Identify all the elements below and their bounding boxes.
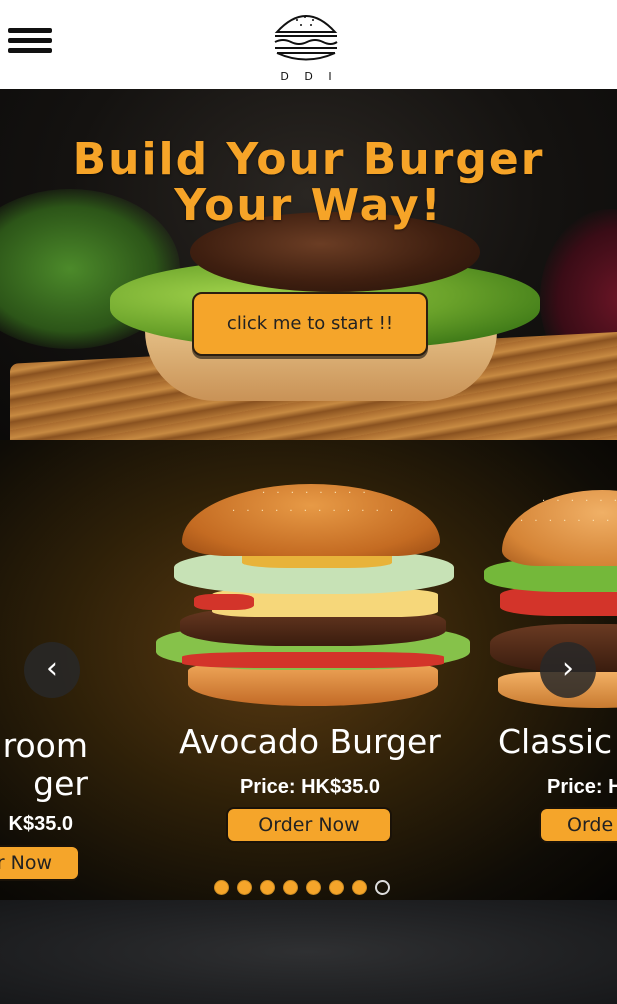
- slide-title-line2: ger: [33, 764, 88, 803]
- slide-title: room ger: [0, 727, 88, 803]
- slide-title: Classic: [498, 722, 613, 761]
- carousel-slide-active: · · · · · · · · · · · · · · · · · · · · …: [150, 440, 490, 900]
- burger-logo-icon: [274, 15, 338, 61]
- burger-carousel: room ger K$35.0 r Now · · · · · · · · · …: [0, 440, 617, 900]
- avocado-burger-image: · · · · · · · · · · · · · · · · · · · ·: [152, 484, 472, 706]
- carousel-dot[interactable]: [352, 880, 367, 895]
- carousel-dot-current[interactable]: [375, 880, 390, 895]
- order-now-button[interactable]: Order Now: [226, 807, 392, 843]
- logo-text: D D I: [280, 70, 338, 83]
- hero-banner: Build Your Burger Your Way! click me to …: [0, 89, 617, 440]
- hero-title: Build Your Burger Your Way!: [0, 137, 617, 229]
- carousel-dot[interactable]: [214, 880, 229, 895]
- order-now-button[interactable]: r Now: [0, 845, 80, 881]
- carousel-indicators: [214, 880, 398, 896]
- bottom-section: [0, 900, 617, 1004]
- slide-price: Price: H: [547, 776, 617, 798]
- chevron-right-icon[interactable]: ›: [540, 642, 596, 698]
- slide-title-line1: room: [2, 726, 88, 765]
- carousel-dot[interactable]: [329, 880, 344, 895]
- slide-title: Avocado Burger: [179, 722, 441, 761]
- hero-title-line2: Your Way!: [174, 180, 443, 231]
- carousel-dot[interactable]: [306, 880, 321, 895]
- hero-title-line1: Build Your Burger: [72, 134, 545, 185]
- order-now-button[interactable]: Orde: [539, 807, 617, 843]
- carousel-dot[interactable]: [237, 880, 252, 895]
- slide-price: K$35.0: [8, 813, 74, 835]
- logo[interactable]: D D I: [271, 8, 341, 83]
- carousel-dot[interactable]: [283, 880, 298, 895]
- slide-price: Price: HK$35.0: [239, 776, 381, 798]
- chevron-left-icon[interactable]: ‹: [24, 642, 80, 698]
- site-header: D D I: [0, 0, 617, 89]
- carousel-dot[interactable]: [260, 880, 275, 895]
- menu-icon[interactable]: [8, 28, 52, 58]
- start-button[interactable]: click me to start !!: [192, 292, 428, 356]
